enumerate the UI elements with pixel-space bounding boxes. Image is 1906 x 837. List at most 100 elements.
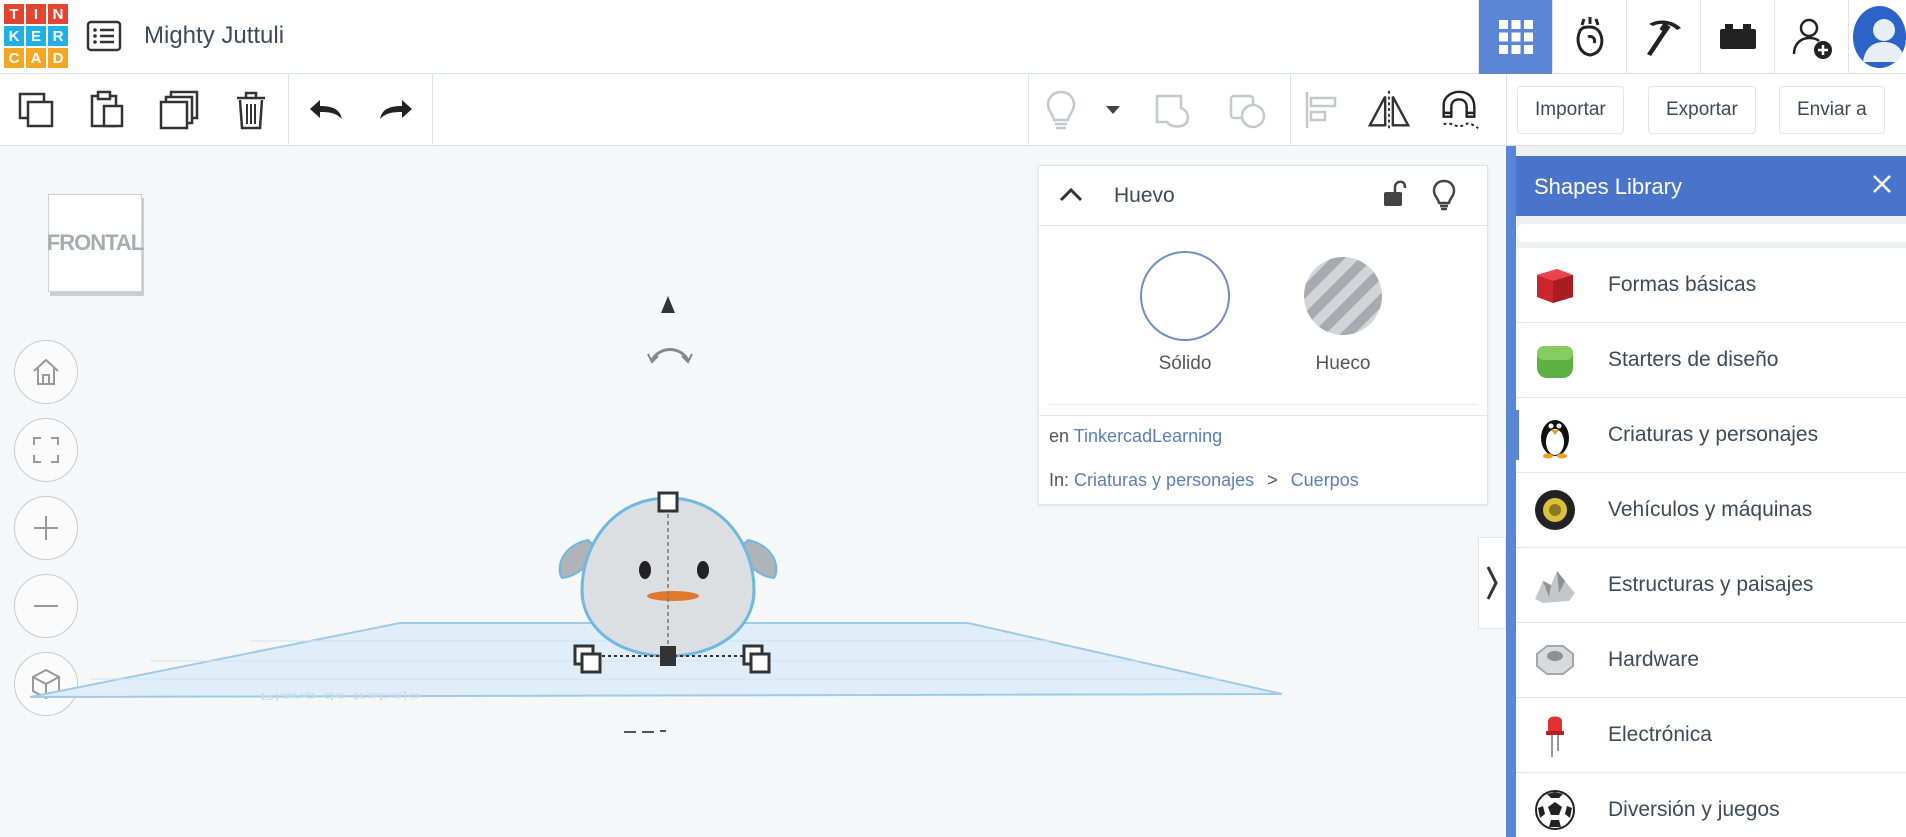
ungroup-icon [1229,94,1266,129]
subcategory-link[interactable]: Cuerpos [1291,470,1359,490]
logo-letter: I [25,3,47,25]
toolbar-divider [1506,74,1507,146]
collapse-panel-button[interactable] [1057,182,1085,211]
notes-button[interactable] [1038,87,1084,133]
library-search-bar[interactable] [1516,224,1906,242]
toolbar-divider [1028,74,1029,146]
pickaxe-icon [1646,20,1681,56]
properties-collapse-button[interactable] [1478,537,1506,629]
group-icon [1155,94,1189,128]
mirror-button[interactable] [1366,87,1412,133]
path-prefix: In: [1049,470,1070,490]
copy-button[interactable] [13,87,59,133]
soccer-ball-icon [1530,785,1580,835]
category-design-starters[interactable]: Starters de diseño [1516,323,1906,398]
paste-button[interactable] [83,87,129,133]
solid-swatch[interactable] [1140,251,1230,341]
divider [1049,404,1477,405]
redo-icon [380,100,412,119]
category-label: Vehículos y máquinas [1608,498,1813,521]
library-title: Shapes Library [1534,174,1682,199]
light-button[interactable] [1431,178,1457,217]
path-separator: > [1267,470,1278,490]
author-prefix: en [1049,426,1070,446]
category-fun-games[interactable]: Diversión y juegos [1516,773,1906,837]
category-label: Starters de diseño [1608,348,1779,371]
category-label: Electrónica [1608,723,1712,746]
align-button[interactable] [1298,87,1344,133]
user-avatar[interactable] [1853,6,1906,68]
user-menu[interactable] [1848,0,1906,74]
shape-name[interactable]: Huevo [1114,184,1175,208]
category-link[interactable]: Criaturas y personajes [1074,470,1254,490]
wheel-icon [1530,485,1580,535]
category-hardware[interactable]: Hardware [1516,623,1906,698]
category-structures[interactable]: Estructuras y paisajes [1516,548,1906,623]
delete-button[interactable] [228,87,274,133]
hole-label: Hueco [1315,353,1371,374]
solid-option[interactable]: Sólido [1135,251,1235,375]
avatar-icon [1863,19,1905,62]
duplicate-button[interactable] [156,87,202,133]
design-list-button[interactable] [86,20,122,52]
lightbulb-icon [1046,90,1076,130]
bricks-button[interactable] [1700,0,1774,74]
author-line: en TinkercadLearning [1049,426,1222,447]
export-button[interactable]: Exportar [1648,86,1756,134]
document-title[interactable]: Mighty Juttuli [144,22,284,50]
lock-button[interactable] [1381,178,1407,215]
rotate-handle[interactable] [650,348,690,361]
grid-view-icon [1498,20,1533,54]
category-vehicles[interactable]: Vehículos y máquinas [1516,473,1906,548]
logo-letter: C [3,47,25,69]
lift-handle[interactable] [661,296,675,313]
close-library-button[interactable] [1868,170,1896,204]
invite-user-button[interactable] [1774,0,1848,74]
send-to-button[interactable]: Enviar a [1779,86,1885,134]
hole-option[interactable]: Hueco [1293,251,1393,375]
category-electronics[interactable]: Electrónica [1516,698,1906,773]
chevron-right-icon [1486,566,1498,600]
cruise-button[interactable] [1436,87,1482,133]
add-user-icon [1792,18,1832,59]
list-icon [86,20,122,52]
logo-letter: D [47,47,69,69]
nut-icon [1530,635,1580,685]
shapes-library-panel: Shapes Library Formas básicas Starters d… [1506,146,1906,837]
author-link[interactable]: TinkercadLearning [1074,426,1222,446]
grid-view-button[interactable] [1478,0,1552,74]
chevron-up-icon [1059,187,1083,202]
pickaxe-button[interactable] [1626,0,1700,74]
red-cube-icon [1530,260,1580,310]
category-label: Formas básicas [1608,273,1757,296]
logo-letter: R [47,25,69,47]
redo-button[interactable] [373,87,419,133]
magnet-icon [1442,90,1479,130]
lightbulb-icon [1432,179,1456,211]
tinkercad-logo[interactable]: T I N K E R C A D [3,3,69,69]
duplicate-icon [159,90,199,130]
properties-header: Huevo [1039,166,1487,226]
library-header: Shapes Library [1516,156,1906,216]
notes-dropdown[interactable] [1090,87,1136,133]
close-icon [1873,175,1891,193]
workplane-label: Plano de trabajo [260,690,420,701]
hole-swatch[interactable] [1304,257,1382,335]
logo-letter: N [47,3,69,25]
category-creatures[interactable]: Criaturas y personajes [1516,398,1906,473]
group-button[interactable] [1150,87,1196,133]
ungroup-button[interactable] [1224,87,1270,133]
undo-button[interactable] [303,87,349,133]
led-icon [1530,710,1580,760]
sim-lab-button[interactable] [1552,0,1626,74]
sim-lab-icon [1576,17,1603,57]
paste-icon [90,90,124,128]
bricks-icon [1719,24,1756,49]
solid-label: Sólido [1158,353,1212,374]
import-button[interactable]: Importar [1517,86,1624,134]
toolbar-divider [288,74,289,146]
undo-icon [310,100,342,119]
category-basic-shapes[interactable]: Formas básicas [1516,248,1906,323]
library-category-list: Formas básicas Starters de diseño Criatu… [1516,248,1906,837]
logo-letter: E [25,25,47,47]
